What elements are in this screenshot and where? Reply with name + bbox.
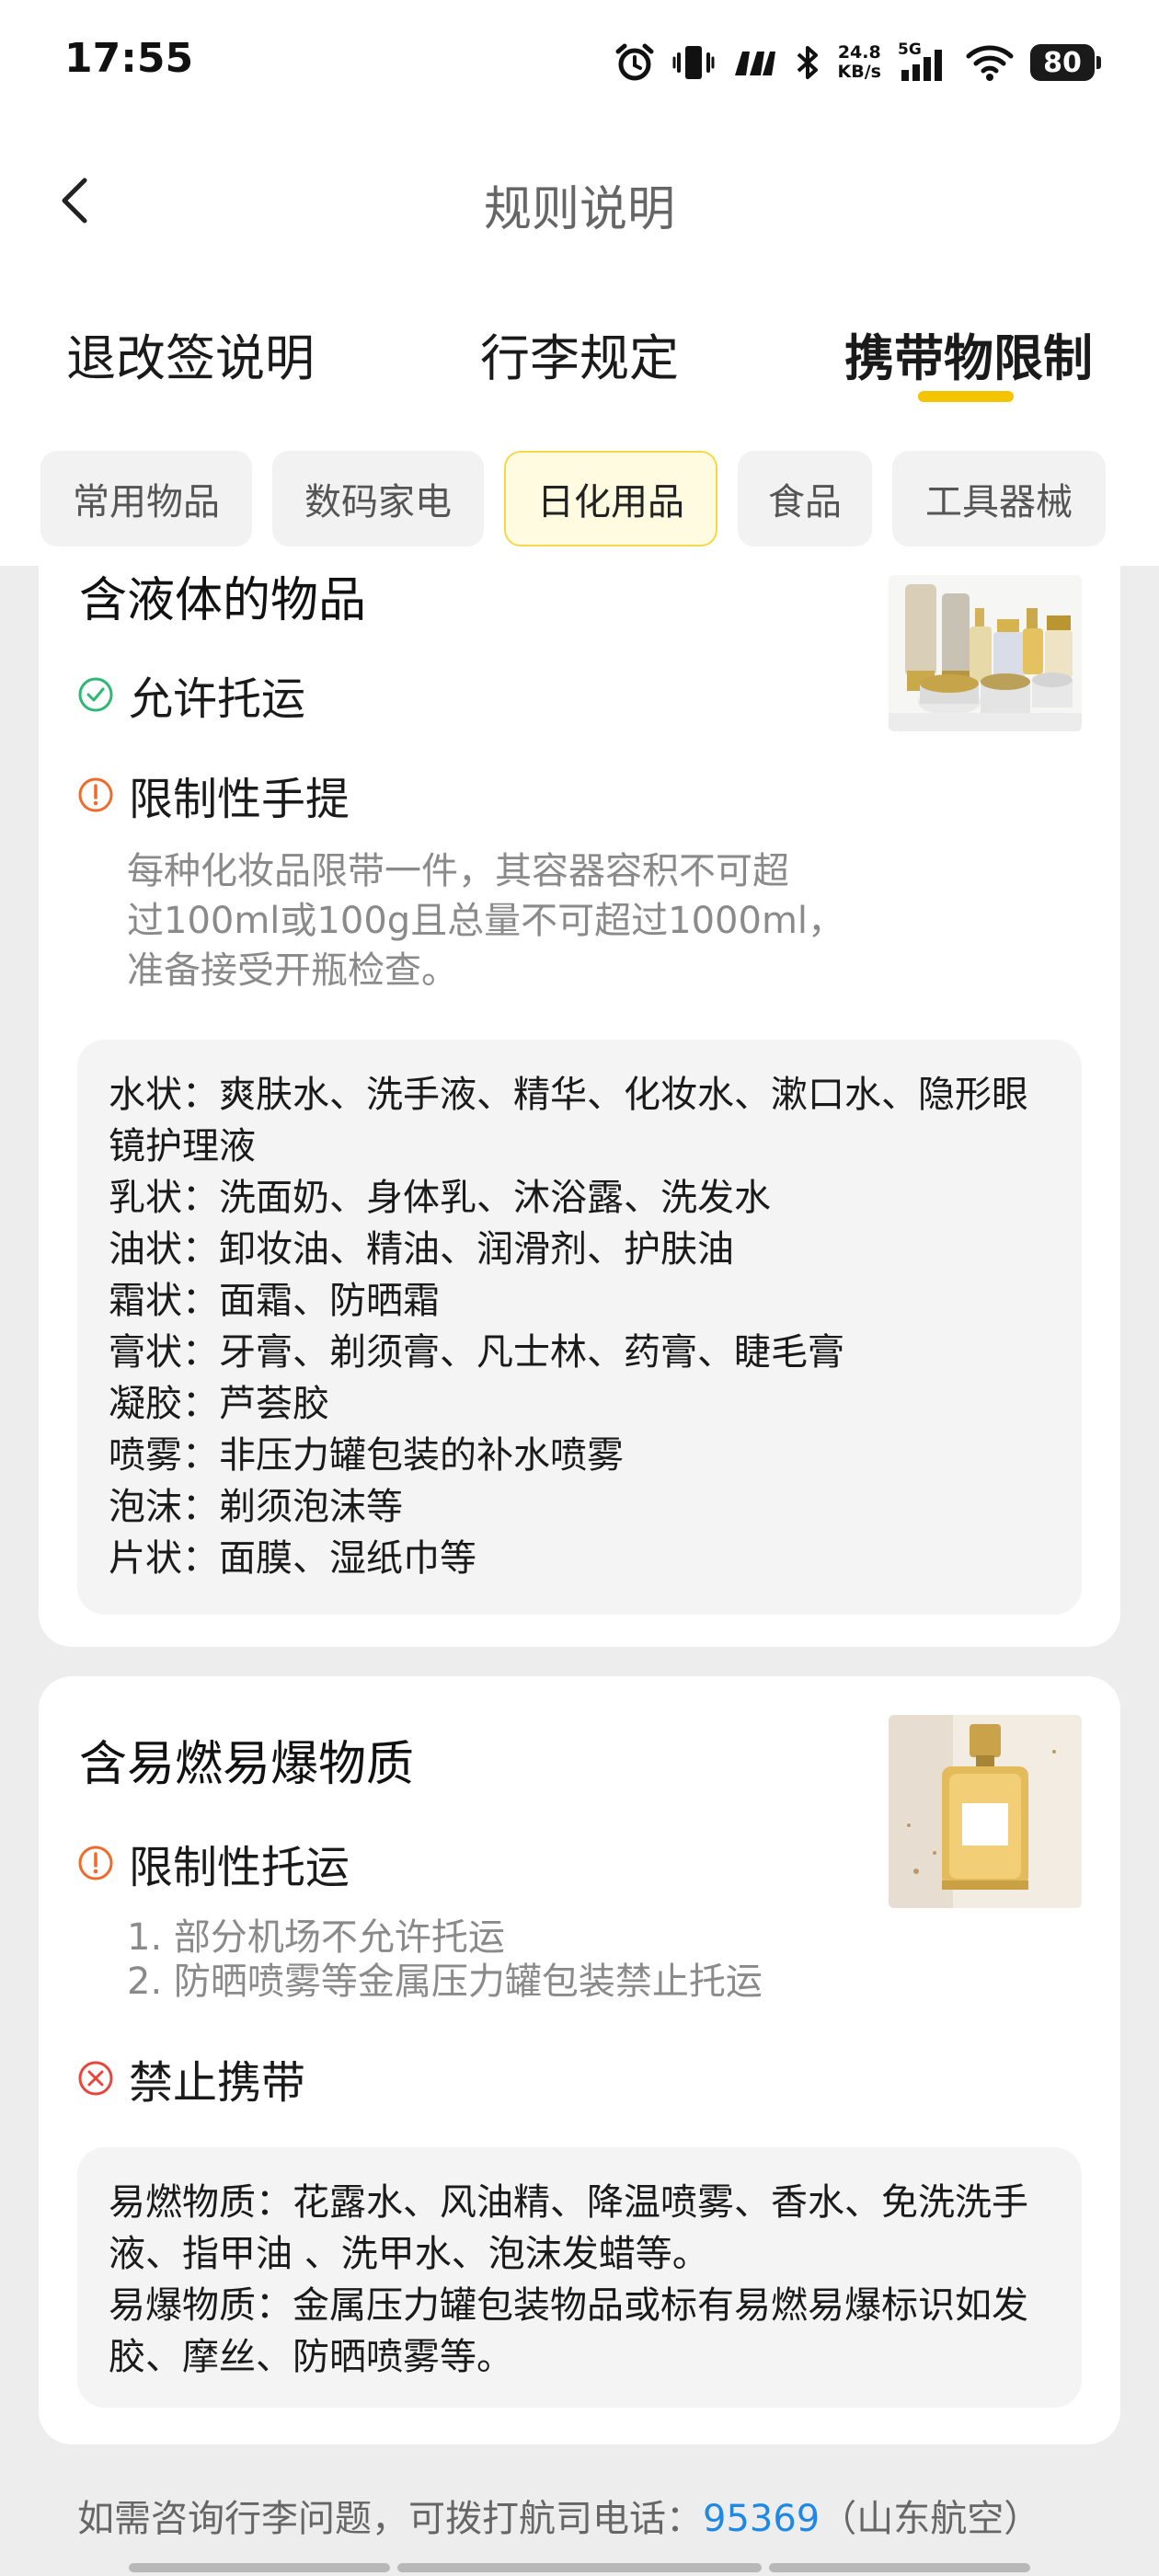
bluetooth-icon — [797, 46, 818, 79]
airline-phone-link[interactable]: 95369 — [703, 2498, 820, 2540]
category-chips: 常用物品 数码家电 日化用品 食品 工具器械 — [40, 451, 1126, 546]
main-tabs: 退改签说明 行李规定 携带物限制 — [0, 317, 1159, 419]
rule-label: 允许托运 — [129, 673, 306, 725]
chip-tools[interactable]: 工具器械 — [892, 451, 1106, 546]
chip-toiletries[interactable]: 日化用品 — [504, 451, 717, 546]
m-icon — [734, 52, 775, 75]
detail-line: 易燃物质：花露水、风油精、降温喷雾、香水、免洗洗手液、指甲油 、洗甲水、泡沫发蜡… — [109, 2181, 1028, 2275]
detail-line: 油状：卸妆油、精油、润滑剂、护肤油 — [109, 1228, 734, 1271]
wifi-icon — [966, 45, 1014, 81]
detail-line: 水状：爽肤水、洗手液、精华、化妆水、漱口水、隐形眼镜护理液 — [109, 1074, 1028, 1167]
chip-common-items[interactable]: 常用物品 — [40, 451, 252, 546]
rule-forbidden: 禁止携带 — [77, 2046, 305, 2110]
detail-line: 膏状：牙膏、剃须膏、凡士林、药膏、睫毛膏 — [109, 1331, 844, 1374]
net-speed: 24.8 KB/s — [837, 42, 881, 82]
detail-line: 易爆物质：金属压力罐包装物品或标有易燃易爆标识如发胶、摩丝、防晒喷雾等。 — [109, 2284, 1028, 2378]
active-tab-indicator — [918, 391, 1014, 402]
status-icons: 24.8 KB/s 5G 80 — [614, 35, 1101, 90]
perfume-bottle-image — [889, 1715, 1082, 1908]
rule-restricted-checked: 限制性托运 — [77, 1831, 350, 1895]
detail-line: 片状：面膜、湿纸巾等 — [109, 1537, 476, 1580]
rule-label: 禁止携带 — [129, 2057, 306, 2109]
status-bar: 17:55 24.8 KB/s 5G 80 — [0, 0, 1159, 120]
rule-note: 每种化妆品限带一件，其容器容积不可超 过100ml或100g且总量不可超过100… — [127, 850, 845, 992]
alarm-icon — [615, 43, 654, 81]
flammables-card: 含易燃易爆物质 限制性托运 1. 部分机场不允许托运 2. 防晒喷雾等金属压力罐… — [39, 1676, 1120, 2444]
status-time: 17:55 — [64, 35, 194, 82]
page-title: 规则说明 — [483, 182, 675, 237]
flammable-types-box: 易燃物质：花露水、风油精、降温喷雾、香水、免洗洗手液、指甲油 、洗甲水、泡沫发蜡… — [77, 2147, 1082, 2408]
exclamation-circle-icon — [78, 1846, 113, 1880]
detail-line: 凝胶：芦荟胶 — [109, 1383, 329, 1425]
signal-icon: 5G — [898, 40, 949, 83]
tab-carry-restrictions[interactable]: 携带物限制 — [844, 317, 1093, 390]
rule-note: 1. 部分机场不允许托运 2. 防晒喷雾等金属压力罐包装禁止托运 — [127, 1916, 763, 2003]
footer-contact: 如需咨询行李问题，可拨打航司电话：95369（山东航空） — [77, 2498, 1041, 2540]
detail-line: 喷雾：非压力罐包装的补水喷雾 — [109, 1434, 624, 1477]
rule-label: 限制性手提 — [129, 774, 350, 825]
cosmetics-bottles-image — [889, 575, 1082, 731]
chip-digital-appliances[interactable]: 数码家电 — [272, 451, 484, 546]
vibrate-icon — [672, 46, 715, 79]
rule-label: 限制性托运 — [129, 1842, 350, 1893]
liquid-types-box: 水状：爽肤水、洗手液、精华、化妆水、漱口水、隐形眼镜护理液 乳状：洗面奶、身体乳… — [77, 1040, 1082, 1615]
chip-food[interactable]: 食品 — [738, 451, 872, 546]
exclamation-circle-icon — [78, 777, 113, 812]
card-title: 含易燃易爆物质 — [79, 1737, 415, 1792]
rule-allowed-checked: 允许托运 — [77, 662, 305, 727]
check-circle-icon — [78, 677, 113, 712]
battery-icon: 80 — [1030, 44, 1101, 81]
detail-line: 霜状：面霜、防晒霜 — [109, 1280, 440, 1322]
detail-line: 泡沫：剃须泡沫等 — [109, 1486, 403, 1528]
card-title: 含液体的物品 — [79, 573, 367, 628]
gesture-bar — [0, 2563, 1159, 2572]
detail-line: 乳状：洗面奶、身体乳、沐浴露、洗发水 — [109, 1177, 771, 1219]
rule-restricted-carry: 限制性手提 — [77, 763, 350, 827]
x-circle-icon — [78, 2061, 113, 2096]
liquids-card: 含液体的物品 允许托运 限制性手提 每种化妆品限带一件，其容器容积不可超 过10… — [39, 547, 1120, 1647]
